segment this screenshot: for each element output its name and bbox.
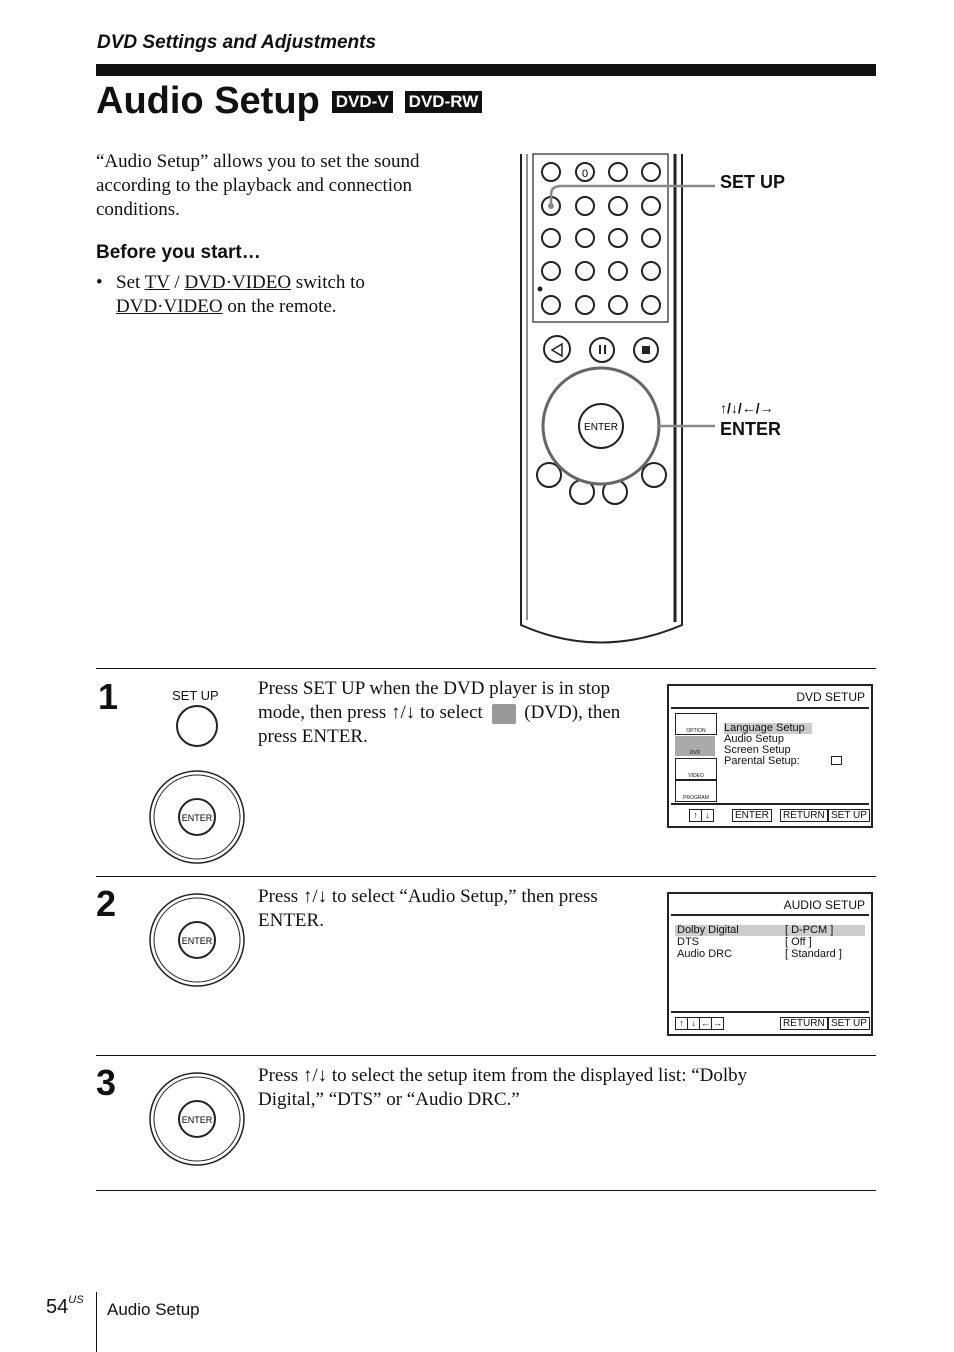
osd-title: DVD SETUP	[796, 690, 865, 704]
svg-text:ENTER: ENTER	[182, 936, 213, 946]
step-2-rule	[96, 876, 876, 877]
enter-callout: ENTER	[720, 419, 782, 439]
osd-title: AUDIO SETUP	[783, 898, 865, 912]
osd-return-button: RETURN	[780, 809, 828, 822]
remote-button	[541, 162, 561, 182]
osd-menu-item-parental: Parental Setup:	[724, 755, 800, 767]
section-heading: DVD Settings and Adjustments	[97, 32, 377, 53]
bullet-dot: •	[96, 272, 103, 293]
step-1-rule	[96, 668, 876, 669]
osd-setup-button: SET UP	[828, 809, 870, 822]
remote-button	[608, 162, 628, 182]
osd-enter-button: ENTER	[732, 809, 772, 822]
bullet-text: on the remote.	[222, 296, 337, 317]
zero-label: 0	[582, 168, 588, 180]
page-region: US	[68, 1294, 84, 1306]
step-2-number: 2	[96, 883, 117, 924]
remote-button	[641, 162, 661, 182]
badge-dvd-v: DVD-V	[331, 90, 393, 113]
enter-dpad-icon: ENTER	[149, 770, 245, 864]
enter-dpad-icon: ENTER	[149, 1072, 245, 1166]
step-1-number: 1	[98, 676, 119, 717]
dvd-setup-osd: DVD SETUP OPTION DVD VIDEO PROGRAM Langu…	[667, 684, 873, 828]
lock-icon	[831, 756, 842, 765]
setup-button-icon	[176, 705, 218, 747]
before-you-start-heading: Before you start…	[96, 242, 261, 263]
osd-row-label: Audio DRC	[677, 948, 733, 960]
steps-end-rule	[96, 1190, 876, 1191]
svg-text:ENTER: ENTER	[182, 813, 213, 823]
arrows-callout: ↑/↓/←/→	[720, 400, 774, 416]
osd-icon-option: OPTION	[675, 713, 717, 735]
audio-setup-osd: AUDIO SETUP Dolby Digital [ D-PCM ] DTS …	[667, 892, 873, 1036]
dvd-video-switch-label: DVD·VIDEO	[184, 272, 292, 293]
osd-row-value: [ Off ]	[785, 936, 812, 948]
osd-return-button: RETURN	[780, 1017, 828, 1030]
osd-row-value: [ Standard ]	[785, 948, 842, 960]
osd-icon-program: PROGRAM	[675, 780, 717, 802]
osd-row-label: DTS	[677, 936, 699, 948]
dvd-video-position-label: DVD·VIDEO	[116, 296, 223, 317]
page-number: 54US	[46, 1294, 84, 1319]
tv-switch-label: TV	[144, 272, 170, 293]
osd-icon-video: VIDEO	[675, 758, 717, 780]
osd-nav-arrows: ↑ ↓	[689, 809, 714, 822]
osd-row-label: Dolby Digital	[677, 924, 739, 936]
dvd-disc-icon	[491, 703, 516, 724]
bullet-text: switch to	[291, 272, 365, 293]
osd-setup-button: SET UP	[828, 1017, 870, 1030]
bullet-sep: /	[169, 272, 185, 293]
osd-nav-arrows: ↑ ↓ ← →	[675, 1017, 724, 1030]
step-1-buttons-illustration: ENTER	[149, 705, 245, 864]
footer-label: Audio Setup	[107, 1300, 200, 1319]
step-3-rule	[96, 1055, 876, 1056]
osd-row-value: [ D-PCM ]	[785, 924, 834, 936]
intro-paragraph: “Audio Setup” allows you to set the soun…	[96, 151, 420, 220]
page-title: Audio Setup DVD-V DVD-RW	[96, 80, 483, 123]
step-1-text: Press SET UP when the DVD player is in s…	[258, 677, 643, 749]
enter-dpad-icon: ENTER	[149, 893, 245, 987]
svg-text:ENTER: ENTER	[182, 1115, 213, 1125]
svg-text:ENTER: ENTER	[584, 422, 618, 433]
header-rule	[96, 64, 876, 76]
step-3-text: Press ↑/↓ to select the setup item from …	[258, 1065, 748, 1110]
before-you-start-bullet: • Set TV / DVD·VIDEO switch to DVD·VIDEO…	[96, 271, 476, 319]
badge-dvd-rw: DVD-RW	[404, 90, 483, 113]
osd-icon-dvd: DVD	[675, 736, 715, 756]
step-2-text: Press ↑/↓ to select “Audio Setup,” then …	[258, 886, 598, 931]
footer-divider	[96, 1292, 97, 1352]
page-title-text: Audio Setup	[96, 80, 320, 122]
page-number-value: 54	[46, 1296, 69, 1318]
remote-illustration: 0 ENTER	[520, 153, 715, 644]
bullet-text: Set	[116, 272, 145, 293]
setup-callout: SET UP	[720, 172, 786, 192]
step-3-number: 3	[96, 1062, 117, 1103]
